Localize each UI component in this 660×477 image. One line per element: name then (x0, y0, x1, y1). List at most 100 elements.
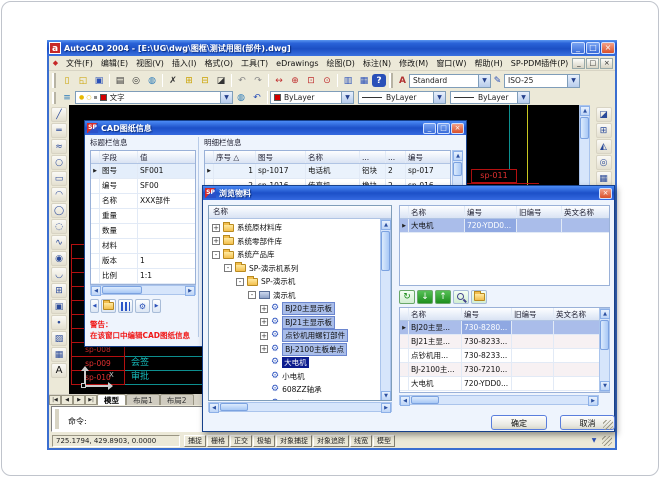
offset-icon[interactable]: ◎ (596, 155, 612, 170)
tree-item-bj2100-board[interactable]: + ⚙ BJ-2100主板单点 (209, 343, 391, 357)
tree-item-cotter-pin[interactable]: ⚙ 开口销 (209, 397, 391, 402)
layer-on-icon[interactable]: ● (79, 94, 84, 101)
linetype-combo[interactable]: ByLayer ▼ (358, 91, 446, 104)
plot-preview-icon[interactable]: ◎ (128, 73, 144, 88)
tree-expander[interactable]: + (260, 305, 268, 313)
make-layer-current-icon[interactable]: ◍ (233, 91, 249, 104)
erase-icon[interactable]: ◪ (596, 107, 612, 122)
construction-line-icon[interactable]: ═ (51, 123, 67, 138)
toggle-lineweight[interactable]: 线宽 (350, 435, 372, 447)
toolbar-grip[interactable] (52, 73, 56, 88)
text-icon[interactable]: A (51, 363, 67, 378)
command-grip[interactable] (55, 409, 59, 429)
minimize-button[interactable]: _ (571, 42, 585, 54)
column-header[interactable]: 名称 (409, 308, 462, 320)
spline-icon[interactable]: ∿ (51, 235, 67, 250)
toolbar-grip[interactable] (389, 73, 393, 88)
field-table[interactable]: 字段 值 ▶ 图号 SF001 编号 SF00 名称 XXX部件 重量 (90, 150, 196, 285)
arc-icon[interactable]: ◠ (51, 187, 67, 202)
toolbar-grip[interactable] (52, 92, 56, 104)
table-row[interactable]: 编号 SF00 (91, 179, 195, 194)
column-header[interactable]: 值 (138, 151, 194, 163)
redo-icon[interactable]: ↷ (250, 73, 266, 88)
text-style-combo[interactable]: Standard ▼ (409, 74, 491, 88)
pan-icon[interactable]: ↔ (271, 73, 287, 88)
tree-item-608zz-bearing[interactable]: ⚙ 608ZZ轴承 (209, 383, 391, 397)
column-header[interactable]: 名称 (409, 206, 465, 218)
chevron-down-icon[interactable]: ▼ (433, 92, 445, 103)
maximize-button[interactable]: □ (586, 42, 600, 54)
dim-style-combo[interactable]: ISO-25 ▼ (504, 74, 580, 88)
resize-grip[interactable] (602, 436, 612, 446)
mirror-icon[interactable]: ◭ (596, 139, 612, 154)
column-header[interactable]: 编号 (465, 206, 517, 218)
close-icon[interactable]: × (451, 123, 464, 134)
array-icon[interactable]: ▦ (596, 171, 612, 186)
column-header[interactable]: 字段 (100, 151, 138, 163)
dialog-resize-grip[interactable] (603, 420, 613, 430)
columns-icon[interactable] (118, 299, 133, 313)
tree-item-bj21-board[interactable]: + ⚙ BJ21主显示板 (209, 316, 391, 330)
chevron-down-icon[interactable]: ▼ (220, 92, 232, 103)
table-row[interactable]: 重量 (91, 209, 195, 224)
nav-left-icon[interactable]: ◀ (90, 299, 99, 313)
doc-restore-button[interactable]: □ (586, 58, 599, 69)
column-header[interactable]: 图号 (256, 151, 306, 163)
cad-dialog-title-bar[interactable]: SP CAD图纸信息 _ □ × (85, 121, 466, 135)
menu-dimension[interactable]: 标注(N) (359, 58, 395, 69)
tab-layout2[interactable]: 布局2 (160, 394, 194, 405)
toggle-grid[interactable]: 栅格 (207, 435, 229, 447)
close-button[interactable]: × (601, 42, 615, 54)
table-row[interactable]: ▶ 1 sp-1017 电话机 铝块 2 sp-017 (205, 164, 450, 179)
layers-manager-icon[interactable]: ≡ (59, 91, 75, 104)
open-icon[interactable]: ◱ (75, 73, 91, 88)
ellipse-icon[interactable]: ◉ (51, 251, 67, 266)
scroll-up-icon[interactable]: ▲ (580, 106, 590, 116)
region-icon[interactable]: ▦ (51, 347, 67, 362)
menu-edrawings[interactable]: eDrawings (272, 59, 322, 68)
toggle-otrack[interactable]: 对象追踪 (313, 435, 349, 447)
settings-gear-icon[interactable]: ⚙ (135, 299, 150, 313)
column-header[interactable]: 英文名称 (554, 308, 599, 320)
table-row[interactable]: 点钞机用... 730-8233... (400, 349, 609, 363)
column-header[interactable]: 旧编号 (517, 206, 562, 218)
open-record-icon[interactable] (101, 299, 116, 313)
tree-item-demo-machine[interactable]: - 演示机 (209, 289, 391, 303)
match-properties-icon[interactable]: ◪ (213, 73, 229, 88)
table-row[interactable]: 材料 (91, 239, 195, 254)
tab-last-button[interactable]: ▶| (85, 395, 97, 405)
detail-table[interactable]: 序号 △ 图号 名称 ... ... 编号 ▶ 1 sp-1017 电话机 铝块… (204, 150, 451, 186)
toggle-model[interactable]: 模型 (373, 435, 395, 447)
table-row[interactable]: ▶ 大电机 720-YDD0... (400, 219, 609, 233)
lineweight-combo[interactable]: ByLayer ▼ (450, 91, 530, 104)
tree-item-sp-demo-series[interactable]: - SP-演示机系列 (209, 262, 391, 276)
table-row[interactable]: ▶ 图号 SF001 (91, 164, 195, 179)
column-header[interactable]: 旧编号 (512, 308, 554, 320)
result-table[interactable]: 名称 编号 旧编号 英文名称 ▶ BJ20主显... 730-8280... B… (399, 307, 610, 393)
export-icon[interactable] (471, 290, 487, 304)
table-row[interactable]: ▶ BJ20主显... 730-8280... (400, 321, 609, 335)
table-row[interactable]: BJ-2100主... 730-7210... (400, 363, 609, 377)
app-menu-icon[interactable]: ◆ (49, 56, 62, 71)
column-header[interactable]: 编号 (462, 308, 512, 320)
undo-icon[interactable]: ↶ (234, 73, 250, 88)
material-tree[interactable]: 名称 + 系统原材料库 + 系统零部件库 - 系统产品库 (208, 205, 392, 401)
panel-splitter[interactable] (198, 137, 199, 337)
zoom-window-icon[interactable]: ⊡ (303, 73, 319, 88)
doc-close-button[interactable]: × (600, 58, 613, 69)
menu-sp-pdm-plugin[interactable]: SP-PDM插件(P) (507, 58, 573, 69)
column-header[interactable]: ... (386, 151, 406, 163)
tree-item-screw-part[interactable]: + ⚙ 点钞机用螺钉部件 (209, 329, 391, 343)
revision-cloud-icon[interactable]: ◌ (51, 219, 67, 234)
table-row[interactable]: 数量 (91, 224, 195, 239)
tab-first-button[interactable]: |◀ (49, 395, 61, 405)
menu-help[interactable]: 帮助(H) (470, 58, 506, 69)
toggle-polar[interactable]: 极轴 (253, 435, 275, 447)
tab-next-button[interactable]: ▶ (73, 395, 85, 405)
tab-layout1[interactable]: 布局1 (126, 394, 160, 405)
save-icon[interactable]: ▣ (91, 73, 107, 88)
hatch-icon[interactable]: ▨ (51, 331, 67, 346)
column-header[interactable]: 英文名称 (562, 206, 608, 218)
toggle-ortho[interactable]: 正交 (230, 435, 252, 447)
nav-right-icon[interactable]: ▶ (152, 299, 161, 313)
